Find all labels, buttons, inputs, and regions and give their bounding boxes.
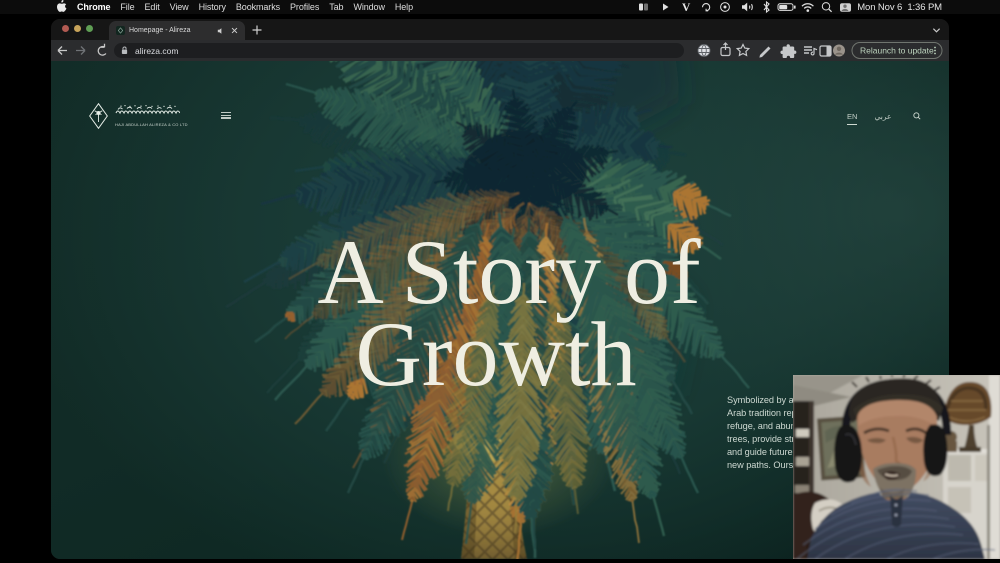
svg-text:V: V xyxy=(682,2,691,14)
svg-text:Relaunch to update: Relaunch to update xyxy=(860,46,934,56)
